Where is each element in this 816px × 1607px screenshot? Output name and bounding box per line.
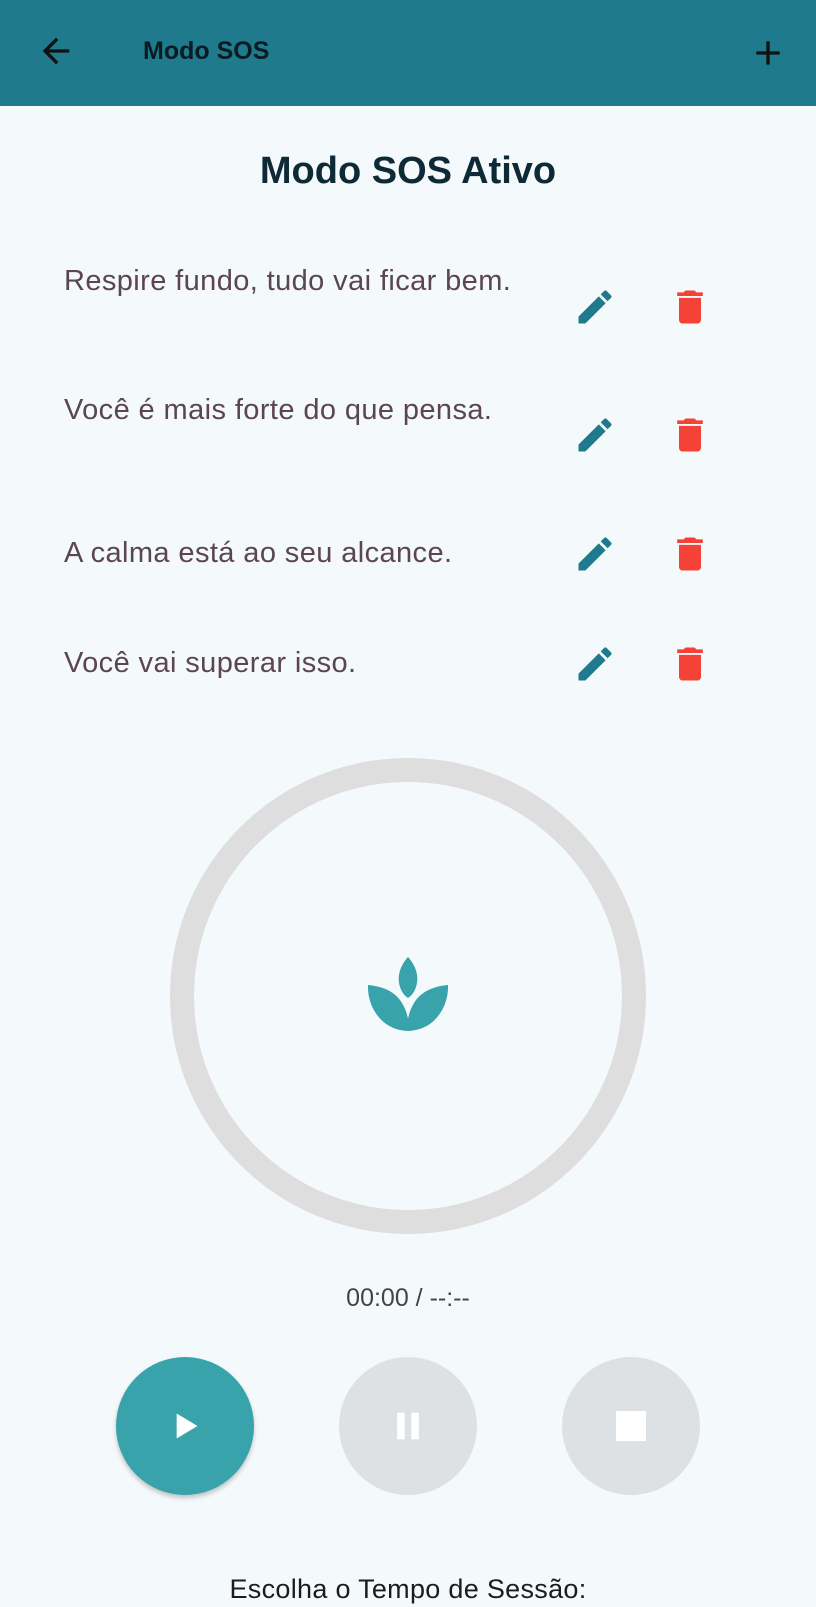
stop-button[interactable] xyxy=(562,1357,700,1495)
back-button[interactable] xyxy=(36,31,76,71)
delete-message-button-1[interactable] xyxy=(666,283,714,331)
pencil-icon xyxy=(578,290,612,324)
delete-message-button-4[interactable] xyxy=(666,640,714,688)
play-button[interactable] xyxy=(116,1357,254,1495)
lotus-icon xyxy=(367,957,449,1031)
time-display: 00:00 / --:-- xyxy=(346,1284,470,1312)
pause-button[interactable] xyxy=(339,1357,477,1495)
session-time-label: Escolha o Tempo de Sessão: xyxy=(229,1574,587,1604)
edit-message-button-4[interactable] xyxy=(571,640,619,688)
edit-message-button-3[interactable] xyxy=(571,530,619,578)
page-title: Modo SOS Ativo xyxy=(259,150,557,192)
pencil-icon xyxy=(578,418,612,452)
add-message-button[interactable] xyxy=(748,33,788,73)
message-text-4: Você vai superar isso. xyxy=(64,647,357,679)
delete-message-button-3[interactable] xyxy=(666,530,714,578)
trash-icon xyxy=(677,647,703,681)
pause-icon xyxy=(397,1412,419,1440)
app-bar: Modo SOS xyxy=(0,0,816,106)
pencil-icon xyxy=(578,647,612,681)
message-text-2: Você é mais forte do que pensa. xyxy=(64,394,493,426)
app-bar-title: Modo SOS xyxy=(143,37,270,65)
message-text-3: A calma está ao seu alcance. xyxy=(64,537,453,569)
play-icon xyxy=(176,1413,198,1439)
plus-icon xyxy=(756,41,780,65)
arrow-left-icon xyxy=(42,37,70,65)
trash-icon xyxy=(677,290,703,324)
stop-icon xyxy=(616,1411,646,1441)
trash-icon xyxy=(677,418,703,452)
message-text-1: Respire fundo, tudo vai ficar bem. xyxy=(64,265,512,297)
edit-message-button-1[interactable] xyxy=(571,283,619,331)
pencil-icon xyxy=(578,537,612,571)
trash-icon xyxy=(677,537,703,571)
delete-message-button-2[interactable] xyxy=(666,411,714,459)
edit-message-button-2[interactable] xyxy=(571,411,619,459)
